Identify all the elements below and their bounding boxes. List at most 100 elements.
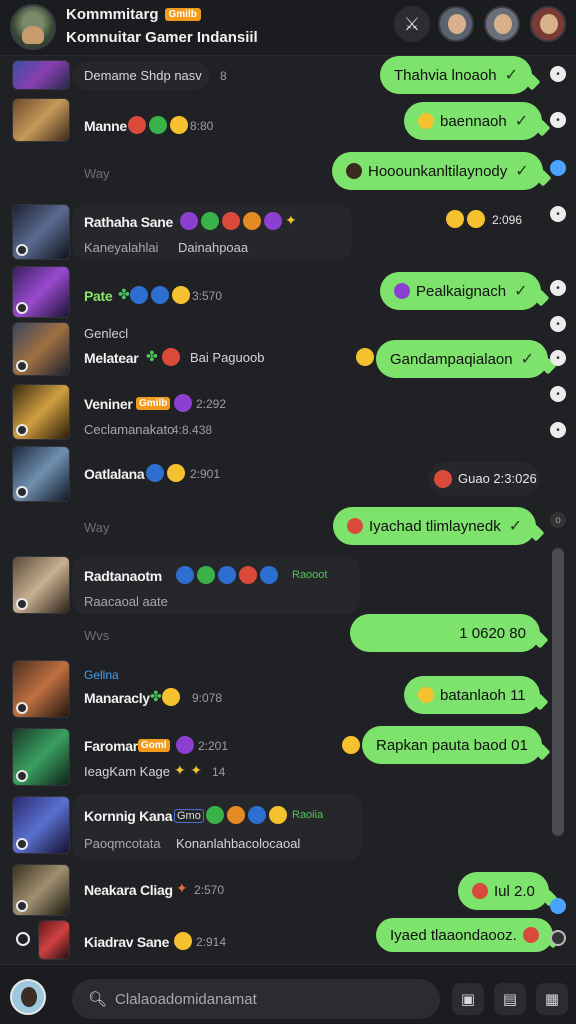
group-title: Kommmitarg	[66, 6, 159, 23]
message-bubble[interactable]: 1 0620 80	[350, 614, 540, 652]
chat-label: Gellna	[84, 668, 119, 682]
game-thumbnail	[12, 864, 70, 916]
group-subtitle: Komnuitar Gamer Indansiil	[66, 29, 258, 46]
member-avatar[interactable]	[484, 6, 520, 42]
emoji-icon	[434, 470, 452, 488]
game-thumbnail	[12, 728, 70, 786]
bubble-text: Iyaed tlaaondaooz.	[390, 926, 517, 944]
chat-name: Oatlalana	[84, 466, 145, 482]
game-thumbnail	[12, 266, 70, 318]
status-dot: •	[550, 422, 566, 438]
check-icon: ✓	[514, 283, 528, 300]
sword-button[interactable]: ⚔	[394, 6, 430, 42]
emoji-icon	[150, 286, 169, 304]
chat-subtime: 4:8.438	[172, 423, 213, 437]
game-thumbnail	[12, 204, 70, 260]
emoji-icon	[171, 286, 190, 304]
star-icon: ✦	[285, 212, 297, 229]
chat-time: 2:914	[196, 935, 227, 949]
bubble-text: batanlaoh 11	[440, 686, 526, 704]
emoji-icon	[149, 116, 167, 134]
chat-name: Manne	[84, 118, 127, 134]
chat-tag: Raooot	[292, 569, 328, 581]
game-thumbnail	[12, 384, 70, 440]
emoji-icon	[467, 210, 485, 228]
chart-button[interactable]: ▤	[494, 983, 526, 1015]
leaf-icon: ✤	[146, 348, 158, 365]
message-input[interactable]	[115, 990, 416, 1008]
emoji-icon	[269, 806, 287, 824]
chat-header: Kommmitarg Gmilb Komnuitar Gamer Indansi…	[0, 0, 576, 56]
emoji-icon	[522, 927, 539, 943]
emoji-icon	[170, 116, 188, 134]
bubble-text: 1 0620 80	[459, 624, 526, 642]
rank-badge: Goml	[138, 739, 170, 752]
rank-badge: Gmilb	[136, 397, 171, 410]
chat-subtitle: IeagKam Kage	[84, 764, 171, 779]
game-thumbnail	[12, 556, 70, 614]
calendar-icon: ▦	[544, 991, 560, 1008]
chat-time: 2:201	[198, 739, 229, 753]
chat-name: Demame Shdp nasv	[84, 68, 202, 83]
leaf-icon: ✤	[150, 688, 162, 705]
emoji-icon	[222, 212, 240, 230]
check-icon: ✓	[508, 518, 523, 535]
group-avatar[interactable]	[10, 4, 56, 50]
emoji-icon	[342, 736, 360, 754]
title-block[interactable]: Kommmitarg Gmilb Komnuitar Gamer Indansi…	[66, 6, 258, 46]
emoji-icon	[201, 212, 219, 230]
emoji-icon	[180, 212, 198, 230]
status-dot: •	[550, 280, 566, 296]
chat-time: 2:570	[194, 883, 225, 897]
check-icon: ✓	[514, 113, 529, 130]
leaf-icon: ✤	[118, 286, 130, 303]
status-dot: •	[550, 206, 566, 222]
message-bubble[interactable]: Hooounkanltilaynody ✓	[332, 152, 543, 190]
emoji-icon	[162, 348, 181, 366]
message-bubble[interactable]: Thahvia lnoaoh ✓	[380, 56, 532, 94]
message-bubble[interactable]: Iyaed tlaaondaooz.	[376, 918, 553, 952]
calendar-button[interactable]: ▦	[536, 983, 568, 1015]
member-avatar[interactable]	[438, 6, 474, 42]
message-text: Guao 2:3:026	[458, 471, 537, 486]
emoji-icon	[227, 806, 245, 824]
chat-name: Pate	[84, 288, 113, 304]
gallery-button[interactable]: ▣	[452, 983, 484, 1015]
message-bubble[interactable]: batanlaoh 11	[404, 676, 540, 714]
emoji-icon	[174, 932, 192, 950]
bubble-text: Rapkan pauta baod 01	[376, 736, 528, 754]
status-dot	[550, 898, 566, 914]
message-bubble[interactable]: Pealkaignach ✓	[380, 272, 542, 310]
gallery-icon: ▣	[460, 991, 476, 1008]
message-bubble[interactable]: Gandampaqialaon ✓	[376, 340, 548, 378]
status-dot	[550, 160, 566, 176]
game-thumbnail	[12, 796, 70, 854]
bubble-text: Thahvia lnoaoh	[394, 66, 497, 84]
chat-name: Rathaha Sane	[84, 214, 173, 230]
message-input-wrap[interactable]: 🔍︎	[72, 979, 440, 1019]
message-bubble[interactable]: Iul 2.0	[458, 872, 549, 910]
chat-tag: Raoiia	[292, 809, 324, 821]
message-card[interactable]: Guao 2:3:026	[428, 462, 540, 496]
emoji-icon	[418, 687, 434, 703]
member-avatar[interactable]	[530, 6, 566, 42]
bubble-text: Pealkaignach	[416, 282, 507, 300]
emoji-icon	[128, 116, 146, 134]
search-icon: 🔍︎	[88, 991, 108, 1008]
chat-subtitle: Paoqmcotata	[84, 836, 161, 851]
message-bubble[interactable]: Iyachad tlimlaynedk ✓	[333, 507, 537, 545]
emoji-icon	[418, 113, 434, 129]
chat-subtitle: Raacaoal aate	[84, 594, 168, 609]
star-icon: ✦	[190, 762, 202, 778]
message-bubble[interactable]: baennaoh ✓	[404, 102, 543, 140]
radio-icon[interactable]	[16, 932, 30, 946]
scrollbar[interactable]	[552, 548, 564, 836]
emoji-icon	[197, 566, 215, 584]
chat-time: 8	[220, 69, 227, 83]
message-bubble[interactable]: Rapkan pauta baod 01	[362, 726, 542, 764]
emoji-icon	[356, 348, 374, 366]
chat-name: Veniner	[84, 396, 133, 412]
chat-time: 9:078	[192, 691, 223, 705]
bubble-text: Gandampaqialaon	[390, 350, 513, 368]
profile-avatar[interactable]	[10, 979, 46, 1015]
